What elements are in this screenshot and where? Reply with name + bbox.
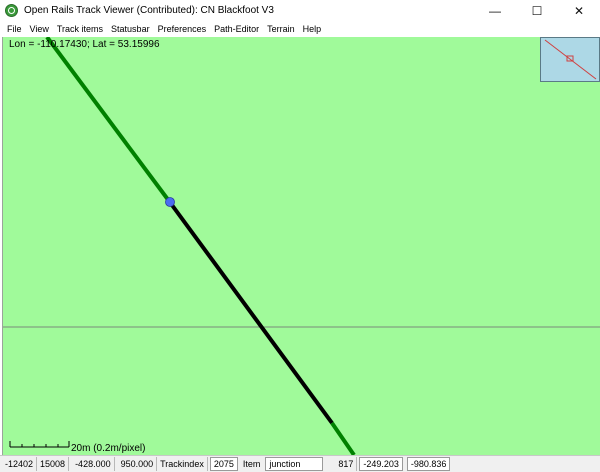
track-canvas[interactable]: Lon = -110.17430; Lat = 53.15996 20m (0.…: [2, 37, 600, 455]
status-trackindex-value: 2075: [209, 457, 238, 471]
menu-track-items[interactable]: Track items: [53, 24, 107, 34]
menu-statusbar[interactable]: Statusbar: [107, 24, 154, 34]
track-segment-selected[interactable]: [167, 199, 334, 425]
menu-bar: File View Track items Statusbar Preferen…: [0, 21, 600, 37]
status-item-index: 817: [325, 457, 358, 471]
status-item-value: junction: [265, 457, 324, 471]
overview-track-line: [544, 39, 597, 80]
overview-map[interactable]: [540, 37, 600, 82]
status-item-label: Item: [242, 459, 261, 469]
status-x: -428.000: [69, 457, 115, 471]
track-drawing: [3, 37, 600, 455]
status-trackindex-label: Trackindex: [157, 457, 208, 471]
menu-view[interactable]: View: [26, 24, 53, 34]
menu-file[interactable]: File: [3, 24, 26, 34]
status-tile-x: -12402: [2, 457, 38, 471]
app-icon: [5, 4, 18, 17]
scale-label: 20m (0.2m/pixel): [71, 443, 146, 454]
menu-help[interactable]: Help: [299, 24, 326, 34]
menu-path-editor[interactable]: Path-Editor: [210, 24, 263, 34]
window-controls: — ☐ ✕: [474, 0, 600, 21]
menu-terrain[interactable]: Terrain: [263, 24, 299, 34]
status-z: 950.000: [115, 457, 158, 471]
overview-drawing: [544, 39, 597, 80]
maximize-button[interactable]: ☐: [516, 0, 558, 21]
window-title: Open Rails Track Viewer (Contributed): C…: [24, 5, 274, 16]
status-coord-a: -249.203: [359, 457, 403, 471]
menu-preferences[interactable]: Preferences: [154, 24, 211, 34]
track-segment-upper[interactable]: [45, 37, 171, 203]
junction-node[interactable]: [165, 197, 175, 207]
status-tile-z: 15008: [37, 457, 70, 471]
minimize-button[interactable]: —: [474, 0, 516, 21]
lon-lat-readout: Lon = -110.17430; Lat = 53.15996: [9, 39, 160, 50]
status-bar: -12402 15008 -428.000 950.000 Trackindex…: [0, 455, 600, 472]
title-bar: Open Rails Track Viewer (Contributed): C…: [0, 0, 600, 21]
close-button[interactable]: ✕: [558, 0, 600, 21]
track-segment-lower[interactable]: [330, 421, 356, 455]
status-coord-b: -980.836: [406, 457, 451, 471]
